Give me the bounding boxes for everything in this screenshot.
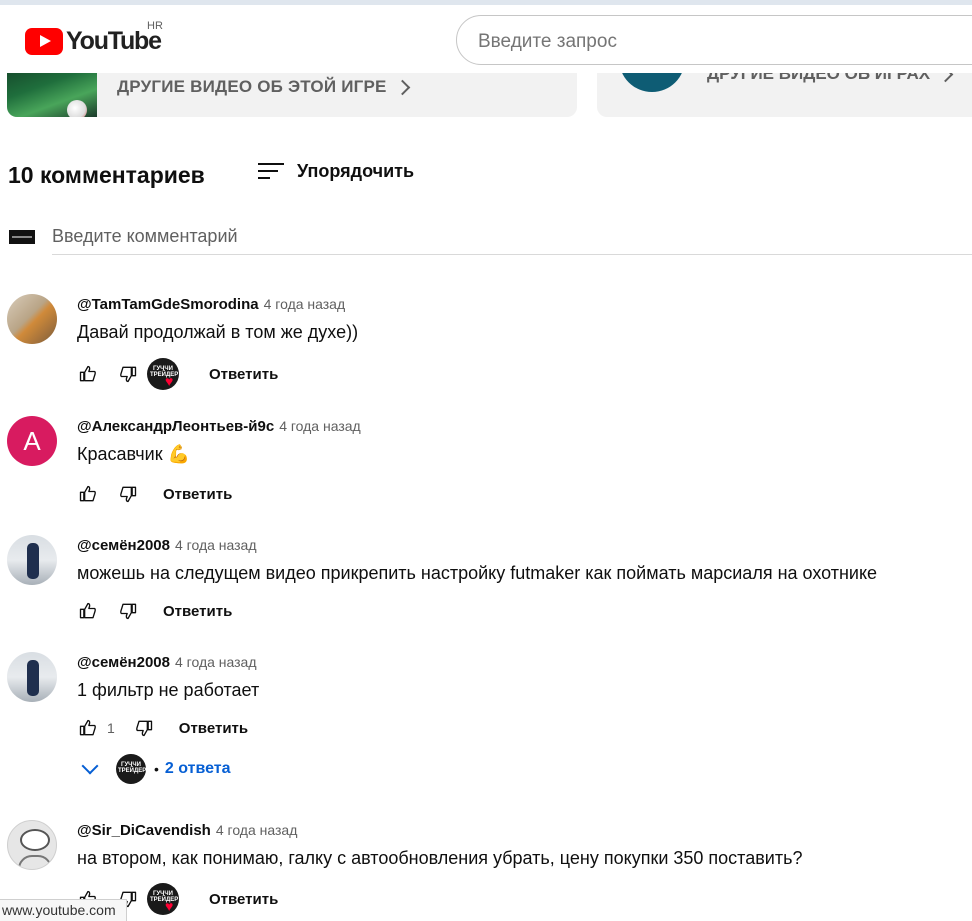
like-icon[interactable] xyxy=(77,600,99,622)
like-icon[interactable] xyxy=(77,363,99,385)
comment-text: 1 фильтр не работает xyxy=(77,680,260,700)
dislike-icon[interactable] xyxy=(117,363,139,385)
comment-time[interactable]: 4 года назад xyxy=(264,296,346,312)
creator-avatar: ГУЧЧИ ТРЕЙДЕР xyxy=(116,754,146,784)
comment-actions: ГУЧЧИ ТРЕЙДЕР ♥ Ответить xyxy=(77,358,278,390)
comment-time[interactable]: 4 года назад xyxy=(279,418,361,434)
separator-dot: • xyxy=(154,761,159,777)
user-avatar xyxy=(9,230,35,244)
avatar[interactable] xyxy=(7,820,57,870)
comment-author[interactable]: @Sir_DiCavendish xyxy=(77,822,211,839)
avatar[interactable] xyxy=(7,294,57,344)
creator-badge-text: ГУЧЧИ ТРЕЙДЕР xyxy=(118,762,147,774)
sort-button[interactable]: Упорядочить xyxy=(258,160,414,182)
comment-actions: Ответить xyxy=(77,596,232,626)
creator-heart-badge: ГУЧЧИ ТРЕЙДЕР ♥ xyxy=(147,358,179,390)
sort-label: Упорядочить xyxy=(297,160,415,181)
comment-actions: 1 Ответить xyxy=(77,713,248,743)
heart-icon: ♥ xyxy=(165,898,174,914)
card-label-wrap: ДРУГИЕ ВИДЕО ОБ ЭТОЙ ИГРЕ xyxy=(117,77,410,97)
comment-author[interactable]: @семён2008 xyxy=(77,654,170,671)
comment-header: @семён2008 4 года назад xyxy=(77,654,257,671)
comment-text: на втором, как понимаю, галку с автообно… xyxy=(77,848,803,868)
reply-button[interactable]: Ответить xyxy=(209,891,278,908)
youtube-logo[interactable]: YouTube xyxy=(25,27,162,56)
comment-header: @TamTamGdeSmorodina 4 года назад xyxy=(77,296,345,313)
chevron-right-icon xyxy=(394,79,410,95)
reply-button[interactable]: Ответить xyxy=(209,366,278,383)
show-replies-button[interactable]: ГУЧЧИ ТРЕЙДЕР • 2 ответа xyxy=(80,754,231,784)
reply-button[interactable]: Ответить xyxy=(163,486,232,503)
country-code: HR xyxy=(147,20,163,32)
status-bar-url: www.youtube.com xyxy=(0,899,127,921)
like-icon[interactable] xyxy=(77,717,99,739)
dislike-icon[interactable] xyxy=(133,717,155,739)
dislike-icon[interactable] xyxy=(117,483,139,505)
comment-time[interactable]: 4 года назад xyxy=(175,654,257,670)
comment-time[interactable]: 4 года назад xyxy=(216,822,298,838)
comment-text: можешь на следущем видео прикрепить наст… xyxy=(77,563,878,583)
search-input[interactable]: Введите запрос xyxy=(456,15,972,65)
avatar-letter: А xyxy=(23,425,41,456)
comment-input[interactable]: Введите комментарий xyxy=(52,226,972,255)
reply-button[interactable]: Ответить xyxy=(163,603,232,620)
replies-label: 2 ответа xyxy=(164,760,231,777)
comment-author[interactable]: @TamTamGdeSmorodina xyxy=(77,296,259,313)
avatar[interactable] xyxy=(7,535,57,585)
dislike-icon[interactable] xyxy=(117,600,139,622)
heart-icon: ♥ xyxy=(165,373,174,389)
like-icon[interactable] xyxy=(77,483,99,505)
creator-heart-badge: ГУЧЧИ ТРЕЙДЕР ♥ xyxy=(147,883,179,915)
comment-actions: Ответить xyxy=(77,479,232,509)
comment-header: @семён2008 4 года назад xyxy=(77,537,257,554)
like-count: 1 xyxy=(107,720,115,736)
search-placeholder: Введите запрос xyxy=(478,31,617,52)
ball-image xyxy=(67,100,87,117)
comment-author[interactable]: @семён2008 xyxy=(77,537,170,554)
comments-count: 10 комментариев xyxy=(8,162,205,188)
avatar[interactable] xyxy=(7,652,57,702)
comment-text: Давай продолжай в том же духе)) xyxy=(77,322,359,342)
avatar[interactable]: А xyxy=(7,416,57,466)
comment-header: @Sir_DiCavendish 4 года назад xyxy=(77,822,297,839)
comment-time[interactable]: 4 года назад xyxy=(175,537,257,553)
comment-input-placeholder: Введите комментарий xyxy=(52,226,238,246)
comment-author[interactable]: @АлександрЛеонтьев-й9с xyxy=(77,418,274,435)
youtube-play-icon xyxy=(25,28,63,55)
comment-header: @АлександрЛеонтьев-й9с 4 года назад xyxy=(77,418,361,435)
reply-button[interactable]: Ответить xyxy=(179,720,248,737)
masthead: YouTube HR Введите запрос xyxy=(0,5,972,73)
card-label: ДРУГИЕ ВИДЕО ОБ ЭТОЙ ИГРЕ xyxy=(117,77,387,96)
chevron-down-icon xyxy=(81,757,99,775)
sort-icon xyxy=(258,160,284,182)
comment-text: Красавчик 💪 xyxy=(77,444,190,464)
